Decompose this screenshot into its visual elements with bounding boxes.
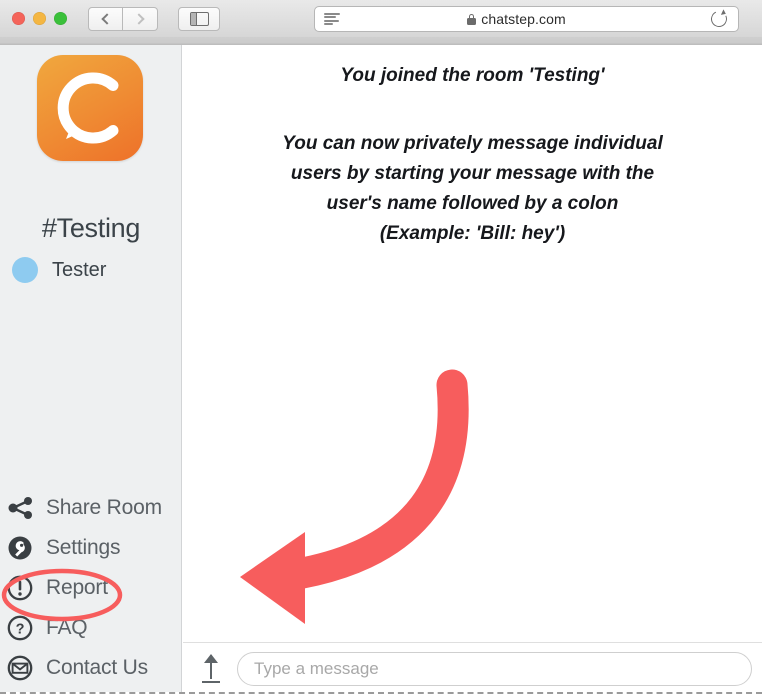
system-message-line: (Example: 'Bill: hey') [379,223,566,244]
sidebar-item-contact-us[interactable]: Contact Us [6,648,182,688]
zoom-window-button[interactable] [54,12,67,25]
chevron-left-icon [101,12,113,25]
chat-pane: You joined the room 'Testing' You can no… [183,45,762,692]
back-button[interactable] [88,6,123,31]
envelope-icon [6,654,34,682]
sidebar-item-settings[interactable]: Settings [6,528,182,568]
sidebar-menu: Share Room Settings Report ? FAQ Contact… [0,488,182,688]
toolbar-divider [0,37,762,45]
svg-text:?: ? [16,622,25,638]
sidebar-item-label: Share Room [46,496,162,519]
chevron-right-icon [132,12,145,25]
system-message-line: You can now privately message individual [282,133,663,154]
system-message-line: user's name followed by a colon [326,193,619,214]
share-icon [6,494,34,522]
minimize-window-button[interactable] [33,12,46,25]
sidebar-item-label: FAQ [46,616,88,639]
chatstep-app: #Testing Tester Share Room Settings Repo… [0,45,762,692]
user-list-item-tester[interactable]: Tester [12,257,106,283]
chatstep-logo [37,55,143,161]
browser-window: chatstep.com #Testing Tester Share Room … [0,0,762,694]
sidebar-panel-icon [189,11,209,26]
url-text: chatstep.com [481,11,566,27]
navigation-buttons [88,6,158,31]
address-bar[interactable]: chatstep.com [314,6,739,32]
sidebar-item-label: Contact Us [46,656,148,679]
question-mark-icon: ? [6,614,34,642]
room-title: #Testing [41,213,141,243]
user-status-dot [12,257,38,283]
message-composer [183,642,762,692]
sidebar-item-faq[interactable]: ? FAQ [6,608,182,648]
user-name-label: Tester [52,258,107,281]
system-message-line: users by starting your message with the [290,163,655,184]
reload-icon[interactable] [708,8,730,30]
sidebar-item-share-room[interactable]: Share Room [6,488,182,528]
sidebar-toggle-button[interactable] [178,6,220,31]
sidebar-item-label: Settings [46,536,121,559]
system-message-list: You joined the room 'Testing' You can no… [183,61,762,249]
address-bar-content: chatstep.com [322,11,711,27]
message-input[interactable] [237,651,752,686]
sidebar-item-label: Report [46,576,108,599]
app-sidebar: #Testing Tester Share Room Settings Repo… [0,45,182,692]
settings-wrench-icon [6,534,34,562]
system-info-block: You can now privately message individual… [183,129,762,249]
sidebar-item-report[interactable]: Report [6,568,182,608]
window-traffic-lights [12,12,67,25]
forward-button[interactable] [123,6,158,31]
close-window-button[interactable] [12,12,25,25]
lock-icon [467,13,477,25]
browser-toolbar: chatstep.com [0,0,762,37]
system-message: You joined the room 'Testing' [340,65,605,86]
report-alert-icon [6,574,34,602]
upload-icon[interactable] [197,653,225,685]
